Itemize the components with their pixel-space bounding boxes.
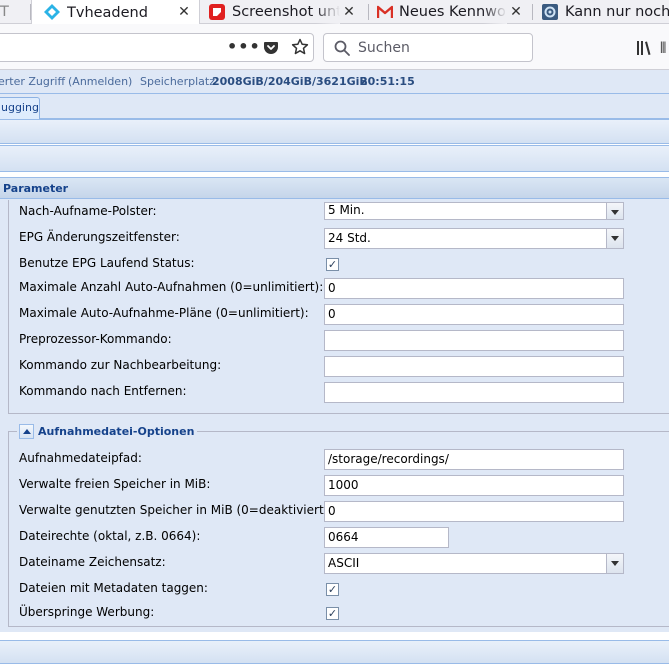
chevron-down-icon[interactable] — [606, 229, 623, 248]
file-permissions-input[interactable]: 0664 — [324, 527, 449, 548]
star-icon[interactable] — [291, 38, 309, 56]
secondary-tab-strip — [0, 119, 669, 144]
post-padding-select[interactable]: 5 Min. — [324, 202, 624, 220]
storage-label: Speicherplatz: — [140, 75, 219, 88]
skip-commercials-checkbox[interactable]: ✓ — [326, 607, 339, 620]
tab-title-fade — [316, 0, 340, 24]
field-label: Dateien mit Metadaten taggen: — [19, 581, 208, 595]
storage-value: 2008GiB/204GiB/3621GiB — [212, 75, 368, 88]
epg-running-checkbox[interactable]: ✓ — [326, 258, 339, 271]
field-label: Verwalte genutzten Speicher in MiB (0=de… — [19, 503, 333, 517]
clock: 20:51:15 — [360, 75, 415, 88]
app-status-header: erter Zugriff (Anmelden) Speicherplatz: … — [0, 70, 669, 94]
sidebar-toggle-icon[interactable]: ⫴ — [660, 40, 666, 56]
field-label: Dateirechte (oktal, z.B. 0664): — [19, 529, 201, 543]
field-label: EPG Änderungszeitfenster: — [19, 230, 180, 244]
panel-title: Parameter — [3, 182, 69, 195]
tag-metadata-checkbox[interactable]: ✓ — [326, 583, 339, 596]
tab-title-fade — [483, 0, 507, 24]
epg-window-select[interactable]: 24 Std. — [324, 228, 624, 249]
panel-footer-toolbar — [0, 640, 669, 664]
browser-tab-tvheadend[interactable]: Tvheadend ✕ — [31, 0, 200, 25]
file-options-legend: Aufnahmedatei-Optionen — [17, 422, 198, 440]
field-value: 5 Min. — [328, 203, 365, 217]
field-label: Nach-Aufname-Polster: — [19, 204, 157, 218]
field-label: Maximale Anzahl Auto-Aufnahmen (0=unlimi… — [19, 280, 324, 294]
login-link[interactable]: (Anmelden) — [68, 75, 132, 88]
field-value: ASCII — [328, 556, 360, 570]
field-label: Benutze EPG Laufend Status: — [19, 256, 195, 270]
field-label: Kommando zur Nachbearbeitung: — [19, 358, 222, 372]
tab-debugging[interactable]: ugging — [0, 97, 40, 119]
free-space-input[interactable]: 1000 — [324, 475, 624, 496]
parameter-panel: Parameter Nach-Aufname-Polster: 5 Min. E… — [0, 177, 669, 632]
close-icon[interactable]: ✕ — [340, 3, 358, 21]
field-label: Maximale Auto-Aufnahme-Pläne (0=unlimiti… — [19, 306, 309, 320]
post-remove-command-input[interactable] — [324, 382, 624, 403]
browser-tab-gmail[interactable]: Neues Kennwor ✕ — [369, 0, 532, 24]
browser-tab-strip: T Tvheadend ✕ Screenshot unte ✕ Neues Ke… — [0, 0, 669, 25]
postprocessor-command-input[interactable] — [324, 356, 624, 377]
access-status: erter Zugriff — [0, 75, 66, 88]
field-label: Preprozessor-Kommando: — [19, 332, 172, 346]
preprocessor-command-input[interactable] — [324, 330, 624, 351]
search-icon — [334, 40, 350, 56]
app-tab-strip: ugging — [0, 94, 669, 119]
close-icon[interactable]: ✕ — [507, 3, 525, 21]
max-autorec-plans-input[interactable]: 0 — [324, 304, 624, 325]
browser-tab-partial[interactable]: T — [0, 0, 30, 24]
collapse-up-icon[interactable] — [19, 423, 34, 439]
max-autorec-input[interactable]: 0 — [324, 278, 624, 299]
library-icon[interactable] — [636, 40, 652, 56]
tvheadend-logo-icon — [44, 4, 60, 20]
filename-charset-select[interactable]: ASCII — [324, 553, 624, 574]
forum-icon — [542, 4, 558, 20]
field-value: 24 Std. — [328, 231, 371, 245]
grid-toolbar — [0, 145, 669, 172]
fieldset-title: Aufnahmedatei-Optionen — [38, 424, 195, 438]
field-label: Verwalte freien Speicher in MiB: — [19, 477, 211, 491]
screenshot-app-icon — [209, 4, 225, 20]
search-placeholder: Suchen — [358, 40, 410, 56]
tab-title: Kann nur noch A — [565, 4, 669, 20]
nav-toolbar: ••• Suchen ⫴ — [0, 24, 669, 70]
tab-title: T — [0, 4, 9, 20]
url-bar[interactable]: ••• — [0, 33, 314, 62]
field-label: Aufnahmedateipfad: — [19, 451, 142, 465]
field-label: Dateiname Zeichensatz: — [19, 555, 166, 569]
field-label: Überspringe Werbung: — [19, 605, 155, 619]
panel-header: Parameter — [0, 178, 669, 199]
chevron-down-icon[interactable] — [606, 554, 623, 573]
page-actions-menu-icon[interactable]: ••• — [227, 37, 261, 56]
search-input[interactable]: Suchen — [323, 33, 533, 62]
close-icon[interactable]: ✕ — [175, 3, 193, 21]
pocket-icon[interactable] — [263, 40, 279, 56]
chevron-down-icon[interactable] — [606, 203, 623, 219]
browser-tab-forum[interactable]: Kann nur noch A — [533, 0, 669, 24]
used-space-input[interactable]: 0 — [324, 501, 624, 522]
tab-title: Tvheadend — [67, 4, 148, 21]
gmail-icon — [377, 5, 393, 18]
recording-path-input[interactable]: /storage/recordings/ — [324, 449, 624, 470]
browser-tab-screenshot[interactable]: Screenshot unte ✕ — [201, 0, 368, 24]
field-label: Kommando nach Entfernen: — [19, 384, 187, 398]
